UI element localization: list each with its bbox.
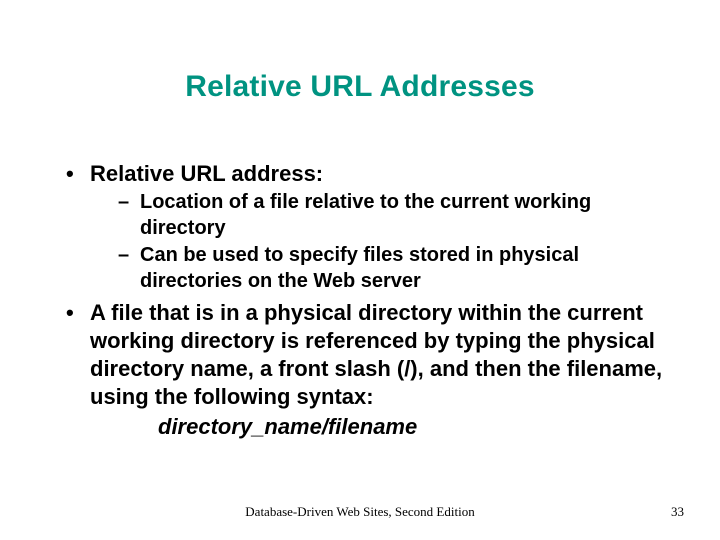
bullet-item: Relative URL address: Location of a file… xyxy=(70,160,672,295)
footer-source: Database-Driven Web Sites, Second Editio… xyxy=(0,504,720,520)
bullet-text: Relative URL address: xyxy=(90,161,323,186)
bullet-list-level1: Relative URL address: Location of a file… xyxy=(48,160,672,441)
sub-bullet-item: Location of a file relative to the curre… xyxy=(122,190,672,241)
bullet-list-level2: Location of a file relative to the curre… xyxy=(90,190,672,294)
sub-bullet-text: Can be used to specify files stored in p… xyxy=(140,244,579,292)
bullet-item: A file that is in a physical directory w… xyxy=(70,299,672,442)
slide-title: Relative URL Addresses xyxy=(48,70,672,104)
bullet-text: A file that is in a physical directory w… xyxy=(90,300,662,409)
slide: Relative URL Addresses Relative URL addr… xyxy=(0,0,720,540)
page-number: 33 xyxy=(671,504,684,520)
sub-bullet-text: Location of a file relative to the curre… xyxy=(140,191,591,239)
syntax-example: directory_name/filename xyxy=(90,413,672,441)
sub-bullet-item: Can be used to specify files stored in p… xyxy=(122,243,672,294)
